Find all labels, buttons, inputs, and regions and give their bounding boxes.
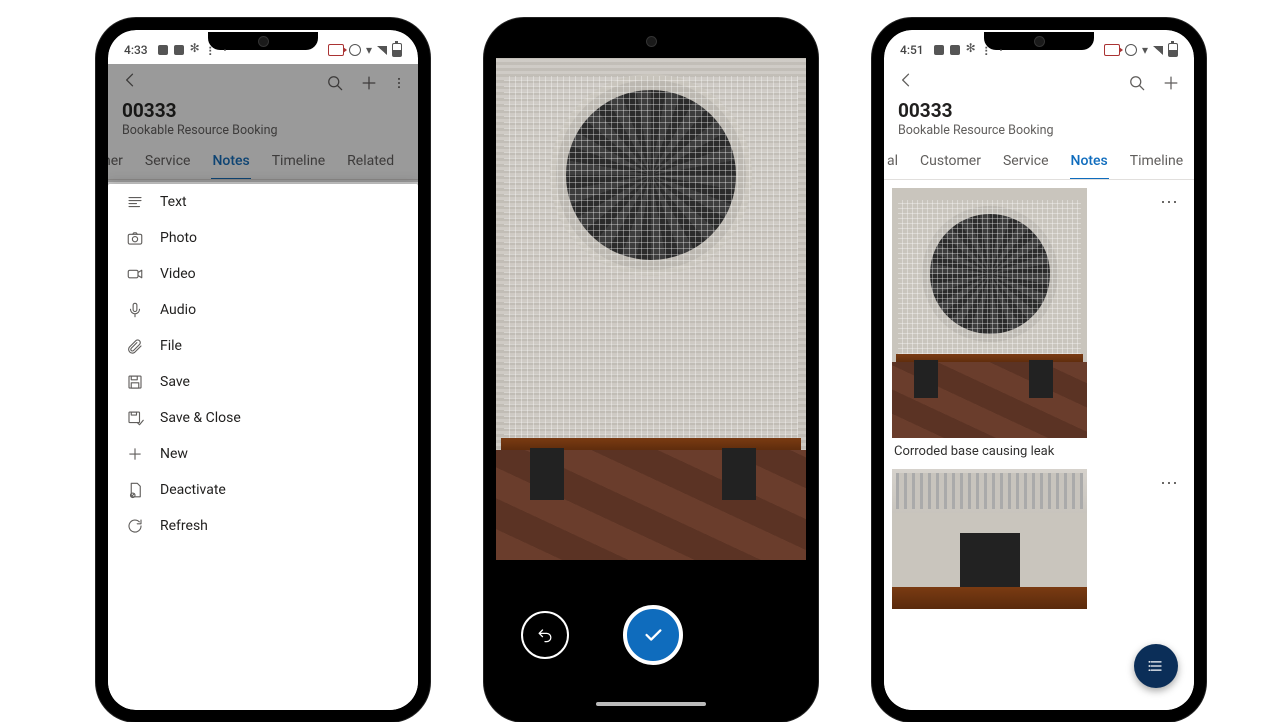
note-item[interactable]: ⋯ xyxy=(892,469,1186,609)
note-overflow-icon[interactable]: ⋯ xyxy=(1160,473,1180,494)
status-icon xyxy=(984,45,994,55)
status-bar: 4:33 • ▾ xyxy=(108,30,418,64)
tab-service[interactable]: Service xyxy=(992,144,1060,179)
retake-button[interactable] xyxy=(521,611,569,659)
back-button[interactable] xyxy=(896,70,916,95)
gesture-bar xyxy=(596,702,706,706)
tab-customer[interactable]: Customer xyxy=(909,144,992,179)
photo-preview xyxy=(496,58,806,560)
status-icon xyxy=(349,44,361,56)
menu-text[interactable]: Text xyxy=(108,184,418,220)
status-icon xyxy=(966,44,978,56)
status-icon xyxy=(158,45,168,55)
tab-timeline[interactable]: Timeline xyxy=(1119,144,1194,179)
tab-general[interactable]: al xyxy=(884,144,909,179)
status-bar: 4:51 • ▾ xyxy=(884,30,1194,64)
action-sheet: Text Photo Video Audio xyxy=(108,184,418,710)
status-icon xyxy=(190,44,202,56)
battery-icon xyxy=(1168,43,1178,57)
status-icon xyxy=(950,45,960,55)
note-caption: Corroded base causing leak xyxy=(892,438,1186,461)
tab-bar: al Customer Service Notes Timeline xyxy=(884,144,1194,180)
tab-notes[interactable]: Notes xyxy=(1060,144,1119,179)
note-overflow-icon[interactable]: ⋯ xyxy=(1160,192,1180,213)
camera-controls xyxy=(496,560,806,710)
record-subtitle: Bookable Resource Booking xyxy=(898,123,1180,138)
note-photo-thumb[interactable] xyxy=(892,469,1087,609)
menu-save-close[interactable]: Save & Close xyxy=(108,400,418,436)
notch xyxy=(596,32,706,50)
signal-icon xyxy=(377,46,387,55)
menu-deactivate[interactable]: Deactivate xyxy=(108,472,418,508)
menu-audio[interactable]: Audio xyxy=(108,292,418,328)
status-icon xyxy=(174,45,184,55)
menu-refresh[interactable]: Refresh xyxy=(108,508,418,544)
note-item[interactable]: ⋯ Corroded base causing leak xyxy=(892,188,1186,461)
status-icon xyxy=(1125,44,1137,56)
note-photo-thumb[interactable] xyxy=(892,188,1087,438)
menu-file[interactable]: File xyxy=(108,328,418,364)
status-icon xyxy=(208,45,218,55)
add-icon[interactable] xyxy=(1160,72,1182,94)
phone-1-notes-menu: 4:33 • ▾ xyxy=(96,18,430,722)
status-icon xyxy=(934,45,944,55)
signal-icon xyxy=(1153,46,1163,55)
status-clock: 4:51 xyxy=(900,43,924,57)
list-fab[interactable] xyxy=(1134,644,1178,688)
menu-save[interactable]: Save xyxy=(108,364,418,400)
record-title: 00333 xyxy=(898,99,1180,122)
phone-3-notes-list: 4:51 • ▾ xyxy=(872,18,1206,722)
status-clock: 4:33 xyxy=(124,43,148,57)
menu-new[interactable]: New xyxy=(108,436,418,472)
search-icon[interactable] xyxy=(1126,72,1148,94)
phone-2-camera xyxy=(484,18,818,722)
screen-record-icon xyxy=(1104,44,1120,56)
modal-scrim[interactable] xyxy=(108,64,418,182)
confirm-photo-button[interactable] xyxy=(623,605,683,665)
menu-photo[interactable]: Photo xyxy=(108,220,418,256)
screen-record-icon xyxy=(328,44,344,56)
menu-video[interactable]: Video xyxy=(108,256,418,292)
battery-icon xyxy=(392,43,402,57)
